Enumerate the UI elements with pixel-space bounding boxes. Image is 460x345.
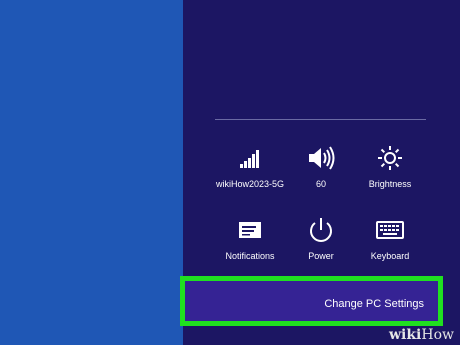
notifications-icon	[239, 222, 261, 238]
brightness-icon	[378, 146, 402, 170]
keyboard-label: Keyboard	[370, 251, 410, 261]
volume-tile[interactable]: 60	[283, 143, 359, 190]
network-tile[interactable]: wikiHow2023-5G	[212, 143, 288, 190]
power-icon	[310, 218, 332, 242]
wifi-signal-icon	[240, 150, 259, 168]
volume-label: 60	[315, 179, 326, 189]
notifications-label: Notifications	[225, 251, 275, 261]
volume-icon	[309, 146, 335, 170]
brightness-label: Brightness	[368, 179, 412, 189]
keyboard-icon	[376, 221, 404, 239]
change-pc-settings-button[interactable]: Change PC Settings	[180, 276, 443, 326]
keyboard-tile[interactable]: Keyboard	[352, 215, 428, 262]
network-label: wikiHow2023-5G	[215, 179, 285, 189]
notifications-tile[interactable]: Notifications	[212, 215, 288, 262]
desktop-background	[0, 0, 183, 345]
brightness-tile[interactable]: Brightness	[352, 143, 428, 190]
divider	[215, 119, 426, 120]
change-pc-settings-label: Change PC Settings	[324, 298, 424, 310]
power-label: Power	[308, 251, 334, 261]
watermark-how: How	[421, 327, 454, 343]
power-tile[interactable]: Power	[283, 215, 359, 262]
wikihow-watermark: wikiHow	[389, 327, 454, 343]
watermark-wiki: wiki	[388, 327, 422, 343]
